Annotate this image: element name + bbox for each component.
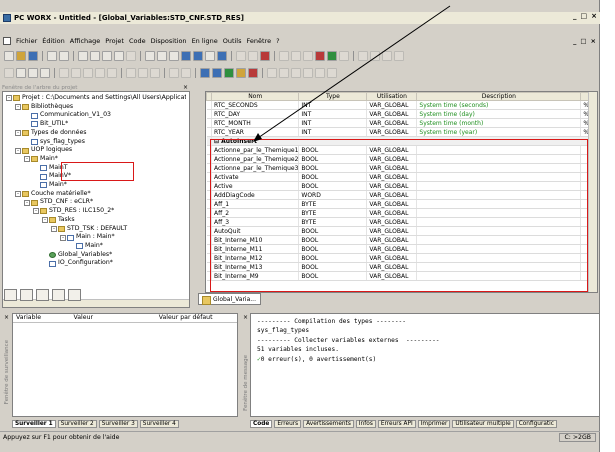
arrow-line [254, 5, 451, 141]
annotation-arrow [253, 5, 451, 142]
arrow-head [253, 133, 262, 142]
